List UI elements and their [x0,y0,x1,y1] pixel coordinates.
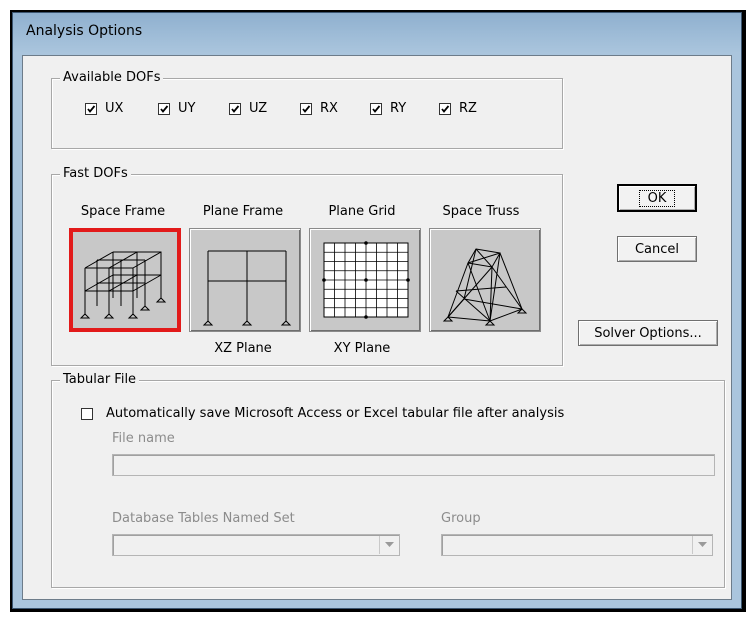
dof-rx[interactable]: RX [300,101,338,116]
file-name-field[interactable] [112,454,715,476]
plane-grid-option[interactable] [309,228,421,332]
auto-save-checkbox[interactable] [81,407,93,420]
dof-uy-label: UY [178,101,196,116]
dof-rz[interactable]: RZ [439,101,477,116]
dof-uy[interactable]: UY [158,101,195,116]
ok-button-label: OK [638,189,676,207]
available-dofs-group: Available DOFs UX UY UZ RX RY RZ [51,70,563,149]
chevron-down-icon[interactable] [379,536,398,554]
dof-ry-checkbox[interactable] [370,102,382,115]
dof-ux-label: UX [105,101,124,116]
group-combo[interactable] [441,534,713,556]
named-set-label: Database Tables Named Set [112,511,295,526]
dof-uz[interactable]: UZ [229,101,267,116]
space-frame-icon [79,251,167,319]
tabular-file-legend: Tabular File [60,372,140,387]
plane-grid-sublabel: XY Plane [333,341,391,356]
dialog-window: Analysis Options Available DOFs UX UY UZ… [12,12,742,609]
plane-grid-icon [322,241,410,319]
cancel-button[interactable]: Cancel [617,236,697,262]
file-name-label: File name [112,431,175,446]
dof-rz-checkbox[interactable] [439,102,451,115]
dialog-client: Available DOFs UX UY UZ RX RY RZ Fast DO… [22,55,732,600]
plane-frame-sublabel: XZ Plane [214,341,272,356]
space-truss-icon [442,248,528,326]
auto-save-option[interactable]: Automatically save Microsoft Access or E… [81,406,564,421]
auto-save-label: Automatically save Microsoft Access or E… [106,406,565,421]
cancel-button-label: Cancel [634,241,680,257]
space-frame-option[interactable] [69,228,181,332]
plane-frame-icon [202,250,292,326]
solver-options-button[interactable]: Solver Options... [578,320,718,346]
plane-frame-option[interactable] [189,228,301,332]
solver-options-button-label: Solver Options... [594,325,702,341]
dof-ux-checkbox[interactable] [85,102,97,115]
plane-frame-label: Plane Frame [202,204,284,219]
named-set-combo[interactable] [112,534,400,556]
space-truss-option[interactable] [429,228,541,332]
plane-grid-label: Plane Grid [328,204,396,219]
fast-dofs-legend: Fast DOFs [60,166,131,181]
space-frame-label: Space Frame [80,204,166,219]
ok-button[interactable]: OK [617,184,697,212]
dof-uz-checkbox[interactable] [229,102,241,115]
group-label: Group [441,511,481,526]
fast-dofs-group: Fast DOFs Space Frame Plane Frame Plane … [51,166,563,366]
dof-ux[interactable]: UX [85,101,123,116]
window-title: Analysis Options [26,23,143,39]
dof-ry[interactable]: RY [370,101,406,116]
space-truss-label: Space Truss [442,204,520,219]
dof-rx-label: RX [320,101,338,116]
tabular-file-group: Tabular File Automatically save Microsof… [51,372,725,588]
available-dofs-legend: Available DOFs [60,70,164,85]
dof-uz-label: UZ [249,101,268,116]
chevron-down-icon[interactable] [692,536,711,554]
dof-rx-checkbox[interactable] [300,102,312,115]
dof-uy-checkbox[interactable] [158,102,170,115]
dof-ry-label: RY [390,101,407,116]
dof-rz-label: RZ [459,101,477,116]
